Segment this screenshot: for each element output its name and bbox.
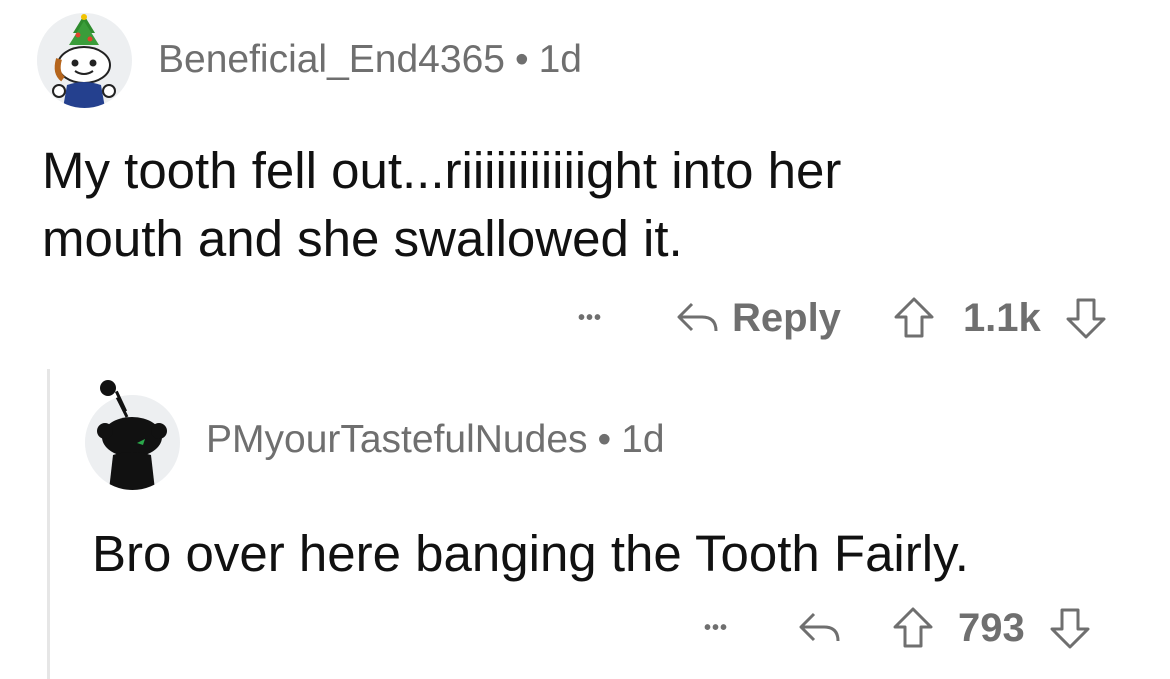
downvote-arrow-icon: [1050, 608, 1090, 649]
reply-button[interactable]: [798, 610, 842, 646]
comment-meta: Beneficial_End4365 • 1d: [158, 38, 582, 82]
more-options-button[interactable]: •••: [578, 307, 618, 330]
reply-arrow-icon: [799, 612, 840, 642]
snoo-silhouette-icon: [85, 395, 179, 490]
upvote-button[interactable]: [893, 296, 935, 340]
more-options-button[interactable]: •••: [704, 617, 744, 640]
comment-body-line: Bro over here banging the Tooth Fairly.: [92, 525, 969, 582]
meta-separator: •: [597, 418, 612, 461]
comment-body: Bro over here banging the Tooth Fairly.: [92, 520, 969, 588]
vote-score: 793: [958, 605, 1025, 650]
username[interactable]: PMyourTastefulNudes: [206, 418, 588, 461]
comment-age: 1d: [538, 38, 582, 81]
comment-meta: PMyourTastefulNudes • 1d: [206, 418, 665, 462]
downvote-arrow-icon: [1066, 298, 1106, 339]
upvote-button[interactable]: [892, 606, 934, 650]
comment-actions: ••• 793: [704, 602, 1091, 654]
reply-label: Reply: [732, 295, 841, 340]
reply-arrow-icon: [677, 302, 718, 332]
meta-separator: •: [514, 38, 529, 81]
comment-body: My tooth fell out...riiiiiiiiiiight into…: [42, 137, 841, 273]
vote-score: 1.1k: [962, 295, 1041, 340]
comment-age: 1d: [621, 418, 665, 461]
avatar[interactable]: [37, 13, 132, 108]
avatar[interactable]: [85, 395, 180, 490]
comment-body-line: mouth and she swallowed it.: [42, 210, 683, 267]
comment-body-line: My tooth fell out...riiiiiiiiiiight into…: [42, 142, 842, 199]
downvote-button[interactable]: [1065, 296, 1107, 340]
username[interactable]: Beneficial_End4365: [158, 38, 505, 81]
reply-button[interactable]: Reply: [676, 296, 841, 341]
antenna-ball: [100, 380, 116, 396]
thread-line[interactable]: [47, 369, 50, 679]
downvote-button[interactable]: [1049, 606, 1091, 650]
snoo-christmas-tree-hat-icon: [37, 13, 131, 108]
comment-actions: ••• Reply 1.1k: [578, 292, 1107, 344]
upvote-arrow-icon: [894, 297, 934, 338]
upvote-arrow-icon: [893, 607, 933, 648]
